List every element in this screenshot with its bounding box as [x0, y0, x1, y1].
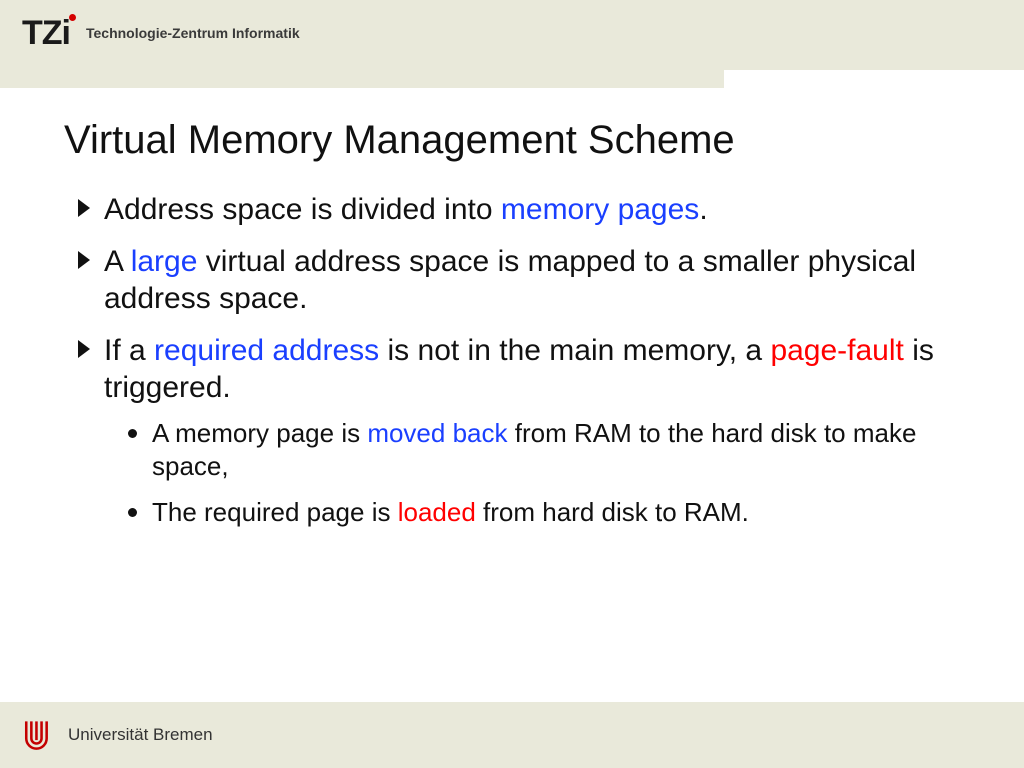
- university-name: Universität Bremen: [68, 725, 213, 745]
- bullet-item: Address space is divided into memory pag…: [78, 191, 944, 229]
- sub-bullet-list: A memory page is moved back from RAM to …: [128, 417, 944, 530]
- text-segment: from hard disk to RAM.: [476, 497, 749, 527]
- tzi-logo-text: TZi: [22, 14, 70, 52]
- text-segment: large: [131, 245, 198, 278]
- slide-title: Virtual Memory Management Scheme: [64, 118, 1024, 163]
- text-segment: required address: [154, 334, 379, 367]
- text-segment: The required page is: [152, 497, 398, 527]
- tzi-org-text: Technologie-Zentrum Informatik: [86, 25, 300, 41]
- bullet-item: If a required address is not in the main…: [78, 332, 944, 530]
- header-notch: [724, 70, 1024, 88]
- text-segment: page-fault: [770, 334, 903, 367]
- header-band: TZi Technologie-Zentrum Informatik: [0, 0, 1024, 88]
- text-segment: is not in the main memory, a: [379, 334, 770, 367]
- sub-bullet-item: A memory page is moved back from RAM to …: [128, 417, 944, 485]
- tzi-dot-icon: [69, 14, 76, 21]
- slide-content: Address space is divided into memory pag…: [78, 191, 944, 530]
- text-segment: loaded: [398, 497, 476, 527]
- tzi-block: TZi Technologie-Zentrum Informatik: [22, 16, 300, 50]
- bullet-list: Address space is divided into memory pag…: [78, 191, 944, 530]
- text-segment: Address space is divided into: [104, 193, 501, 226]
- footer-band: Universität Bremen: [0, 702, 1024, 768]
- text-segment: A memory page is: [152, 418, 367, 448]
- text-segment: moved back: [367, 418, 507, 448]
- text-segment: A: [104, 245, 131, 278]
- text-segment: .: [699, 193, 707, 226]
- sub-bullet-item: The required page is loaded from hard di…: [128, 496, 944, 530]
- bullet-item: A large virtual address space is mapped …: [78, 243, 944, 318]
- text-segment: virtual address space is mapped to a sma…: [104, 245, 916, 316]
- tzi-logo: TZi: [22, 16, 70, 50]
- text-segment: If a: [104, 334, 154, 367]
- text-segment: memory pages: [501, 193, 699, 226]
- university-logo-icon: [22, 718, 56, 752]
